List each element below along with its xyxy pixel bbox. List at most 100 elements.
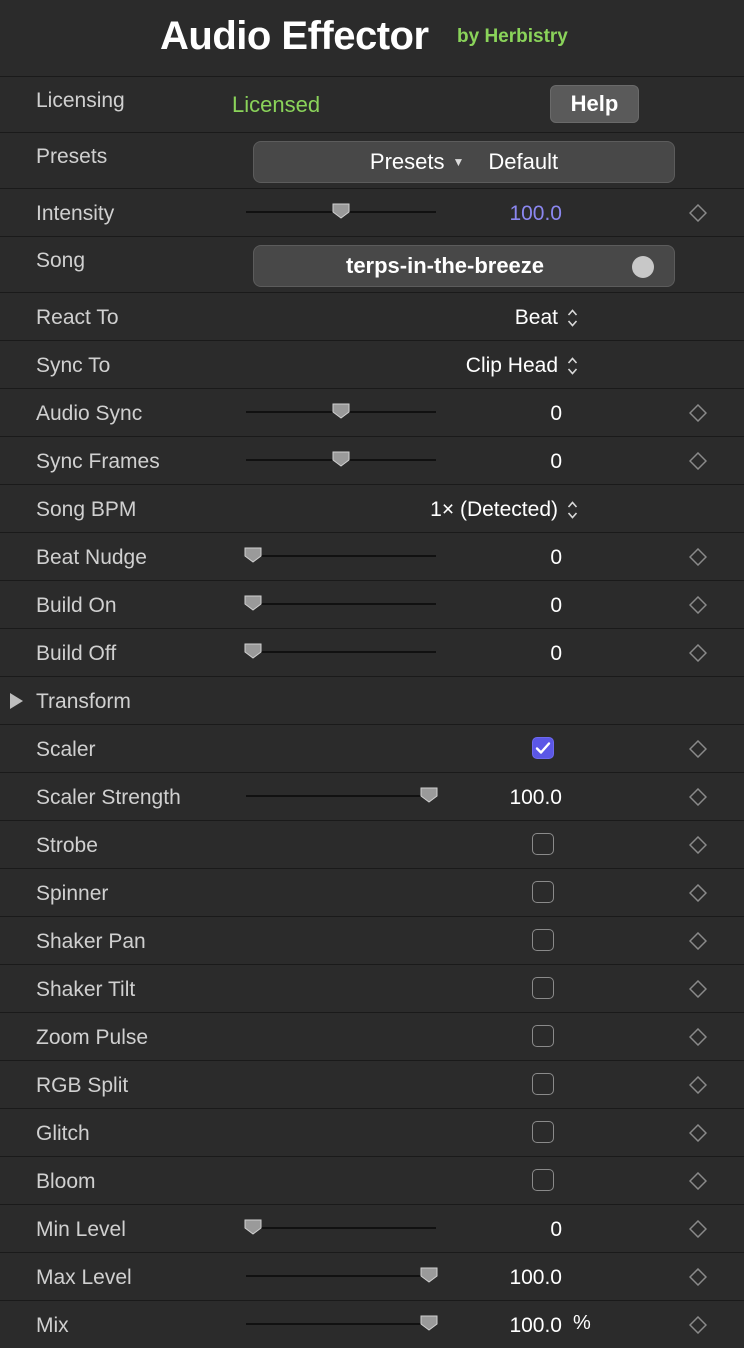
strobe-checkbox[interactable] xyxy=(532,833,554,855)
mix-slider[interactable] xyxy=(246,1315,438,1331)
min-level-slider[interactable] xyxy=(244,1219,436,1235)
react-to-popup[interactable]: Beat xyxy=(515,306,578,330)
beat-nudge-row: Beat Nudge 0 xyxy=(0,533,744,581)
build-off-value[interactable]: 0 xyxy=(550,642,562,666)
glitch-checkbox[interactable] xyxy=(532,1121,554,1143)
diamond-icon[interactable] xyxy=(689,884,707,902)
diamond-icon[interactable] xyxy=(689,980,707,998)
slider-thumb[interactable] xyxy=(244,547,262,563)
spinner-checkbox[interactable] xyxy=(532,881,554,903)
sync-to-value: Clip Head xyxy=(465,354,558,377)
beat-nudge-value[interactable]: 0 xyxy=(550,546,562,570)
diamond-icon[interactable] xyxy=(689,644,707,662)
bloom-label: Bloom xyxy=(36,1170,96,1193)
song-bpm-value: 1× (Detected) xyxy=(430,498,558,521)
scaler-checkbox[interactable] xyxy=(532,737,554,759)
help-button[interactable]: Help xyxy=(550,85,639,123)
shaker-tilt-label: Shaker Tilt xyxy=(36,978,136,1001)
slider-thumb[interactable] xyxy=(244,1219,262,1235)
diamond-icon[interactable] xyxy=(689,1220,707,1238)
slider-thumb[interactable] xyxy=(332,403,350,419)
diamond-icon[interactable] xyxy=(689,788,707,806)
intensity-value[interactable]: 100.0 xyxy=(509,202,562,226)
build-on-value[interactable]: 0 xyxy=(550,594,562,618)
zoom-pulse-checkbox[interactable] xyxy=(532,1025,554,1047)
rgb-split-checkbox[interactable] xyxy=(532,1073,554,1095)
sync-frames-value[interactable]: 0 xyxy=(550,450,562,474)
song-name: terps-in-the-breeze xyxy=(346,253,545,278)
max-level-value[interactable]: 100.0 xyxy=(509,1266,562,1290)
build-on-slider[interactable] xyxy=(244,595,436,611)
diamond-icon[interactable] xyxy=(689,1124,707,1142)
sync-to-popup[interactable]: Clip Head xyxy=(466,354,578,378)
zoom-pulse-label: Zoom Pulse xyxy=(36,1026,149,1049)
strobe-label: Strobe xyxy=(36,834,98,857)
sync-to-row: Sync To Clip Head xyxy=(0,341,744,389)
transform-group-row[interactable]: Transform xyxy=(0,677,744,725)
diamond-icon[interactable] xyxy=(689,1076,707,1094)
intensity-slider[interactable] xyxy=(246,203,436,219)
diamond-icon[interactable] xyxy=(689,1028,707,1046)
triangle-right-icon[interactable] xyxy=(10,693,23,709)
strobe-row: Strobe xyxy=(0,821,744,869)
shaker-tilt-checkbox[interactable] xyxy=(532,977,554,999)
diamond-icon[interactable] xyxy=(689,404,707,422)
max-level-row: Max Level 100.0 xyxy=(0,1253,744,1301)
beat-nudge-slider[interactable] xyxy=(244,547,436,563)
diamond-icon[interactable] xyxy=(689,932,707,950)
audio-sync-row: Audio Sync 0 xyxy=(0,389,744,437)
build-off-slider[interactable] xyxy=(244,643,436,659)
scaler-strength-label: Scaler Strength xyxy=(36,786,181,809)
scaler-label: Scaler xyxy=(36,738,96,761)
slider-thumb[interactable] xyxy=(244,595,262,611)
diamond-icon[interactable] xyxy=(689,836,707,854)
diamond-icon[interactable] xyxy=(689,1172,707,1190)
glitch-label: Glitch xyxy=(36,1122,90,1145)
scaler-strength-value[interactable]: 100.0 xyxy=(509,786,562,810)
audio-sync-slider[interactable] xyxy=(246,403,436,419)
mix-value[interactable]: 100.0 xyxy=(509,1314,562,1338)
slider-thumb[interactable] xyxy=(420,787,438,803)
build-on-row: Build On 0 xyxy=(0,581,744,629)
diamond-icon[interactable] xyxy=(689,452,707,470)
diamond-icon[interactable] xyxy=(689,1316,707,1334)
rgb-split-row: RGB Split xyxy=(0,1061,744,1109)
slider-thumb[interactable] xyxy=(420,1315,438,1331)
diamond-icon[interactable] xyxy=(689,596,707,614)
slider-thumb[interactable] xyxy=(332,203,350,219)
build-off-label: Build Off xyxy=(36,642,117,665)
diamond-icon[interactable] xyxy=(689,740,707,758)
song-button[interactable]: terps-in-the-breeze xyxy=(253,245,675,287)
preset-selected: Default xyxy=(488,149,559,174)
song-bpm-label: Song BPM xyxy=(36,498,137,521)
scaler-strength-slider[interactable] xyxy=(246,787,438,803)
mix-unit: % xyxy=(573,1312,591,1334)
panel-header: Audio Effector by Herbistry xyxy=(0,0,744,77)
slider-thumb[interactable] xyxy=(332,451,350,467)
min-level-value[interactable]: 0 xyxy=(550,1218,562,1242)
presets-label: Presets xyxy=(36,145,108,168)
diamond-icon[interactable] xyxy=(689,1268,707,1286)
audio-sync-value[interactable]: 0 xyxy=(550,402,562,426)
scaler-strength-row: Scaler Strength 100.0 xyxy=(0,773,744,821)
song-bpm-popup[interactable]: 1× (Detected) xyxy=(430,498,578,522)
slider-thumb[interactable] xyxy=(244,643,262,659)
scaler-row: Scaler xyxy=(0,725,744,773)
presets-button[interactable]: Presets ▼ Default xyxy=(253,141,675,183)
bloom-checkbox[interactable] xyxy=(532,1169,554,1191)
shaker-pan-label: Shaker Pan xyxy=(36,930,146,953)
diamond-icon[interactable] xyxy=(689,548,707,566)
slider-thumb[interactable] xyxy=(420,1267,438,1283)
min-level-label: Min Level xyxy=(36,1218,126,1241)
spinner-row: Spinner xyxy=(0,869,744,917)
up-down-chevron-icon xyxy=(567,501,578,519)
plugin-byline: by Herbistry xyxy=(457,26,568,47)
song-row: Song terps-in-the-breeze xyxy=(0,237,744,293)
max-level-slider[interactable] xyxy=(246,1267,438,1283)
build-on-label: Build On xyxy=(36,594,117,617)
min-level-row: Min Level 0 xyxy=(0,1205,744,1253)
diamond-icon[interactable] xyxy=(689,204,707,222)
sync-frames-slider[interactable] xyxy=(246,451,436,467)
shaker-pan-checkbox[interactable] xyxy=(532,929,554,951)
intensity-label: Intensity xyxy=(36,202,115,225)
